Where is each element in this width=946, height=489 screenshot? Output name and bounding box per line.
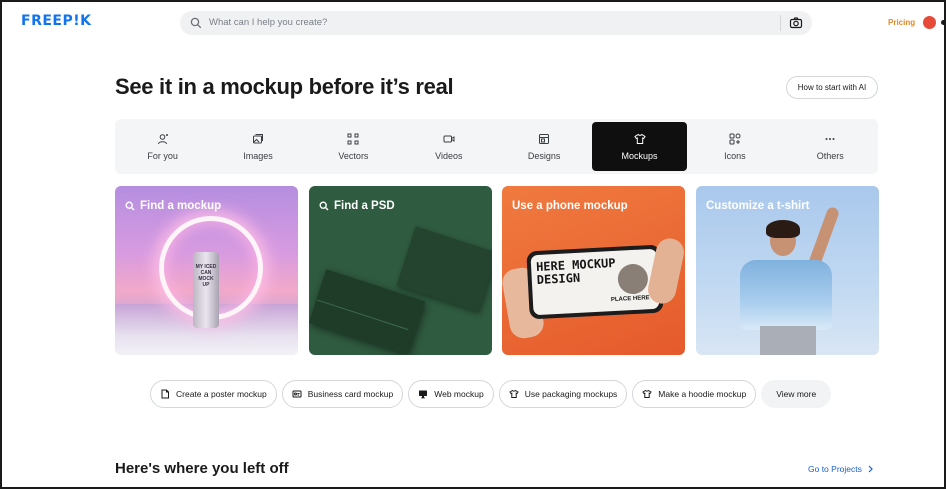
tab-label: Icons [724, 150, 746, 161]
card-label: Find a PSD [319, 200, 395, 212]
search-icon [125, 201, 135, 211]
more-icon [825, 137, 835, 140]
tab-label: For you [147, 150, 178, 161]
chevron-right-icon [868, 465, 873, 473]
search-divider [780, 15, 781, 31]
view-more-button[interactable]: View more [761, 380, 832, 408]
chip-web-mockup[interactable]: Web mockup [408, 380, 494, 408]
tshirt-icon [633, 133, 646, 144]
chip-label: Make a hoodie mockup [658, 389, 747, 399]
card-label-text: Find a PSD [334, 200, 395, 212]
tab-label: Videos [435, 150, 463, 161]
go-to-projects-link[interactable]: Go to Projects [808, 464, 874, 474]
chip-label: Use packaging mockups [524, 389, 618, 399]
phone-photo [617, 263, 649, 295]
packaging-icon [508, 389, 519, 398]
hoodie-icon [642, 389, 653, 398]
page-title: See it in a mockup before it’s real [115, 74, 454, 99]
chip-hoodie-mockup[interactable]: Make a hoodie mockup [632, 380, 757, 408]
video-icon [443, 135, 455, 142]
card-label: Find a mockup [125, 200, 221, 212]
pricing-link[interactable]: Pricing [888, 18, 915, 27]
tab-others[interactable]: Others [783, 119, 878, 174]
tab-images[interactable]: Images [210, 119, 305, 174]
tab-designs[interactable]: Designs [497, 119, 592, 174]
chip-business-card[interactable]: Business card mockup [281, 380, 404, 408]
card-find-psd[interactable]: Find a PSD [309, 186, 492, 355]
monitor-icon [419, 390, 428, 399]
tab-label: Vectors [338, 150, 369, 161]
suggestion-chips: Create a poster mockup Business card moc… [150, 380, 832, 408]
search-icon [190, 17, 202, 29]
chip-packaging-mockups[interactable]: Use packaging mockups [498, 380, 628, 408]
phone-image: HERE MOCKUP DESIGN PLACE HERE [526, 244, 664, 320]
vectors-icon [347, 133, 359, 144]
person-hair [766, 220, 800, 238]
chip-label: Business card mockup [307, 389, 394, 399]
tab-for-you[interactable]: For you [115, 119, 210, 174]
person-arm [807, 205, 841, 269]
card-find-mockup[interactable]: Find a mockup MY ICED CAN MOCK UP [115, 186, 298, 355]
tab-vectors[interactable]: Vectors [306, 119, 401, 174]
phone-caption: PLACE HERE [610, 295, 650, 304]
designs-icon [539, 133, 550, 144]
poster-icon [161, 389, 169, 399]
freepik-logo[interactable]: FREEP!K [21, 13, 91, 29]
card-phone-mockup[interactable]: Use a phone mockup HERE MOCKUP DESIGN PL… [502, 186, 685, 355]
tab-label: Mockups [621, 150, 658, 161]
avatar[interactable] [923, 16, 936, 29]
chip-label: View more [776, 389, 817, 399]
icons-icon [729, 133, 741, 144]
business-card-icon [292, 390, 302, 398]
category-tabs: For you Images Vectors Videos Designs Mo… [115, 119, 878, 174]
page-frame: FREEP!K What can I help you create? Pric… [0, 0, 946, 489]
tab-label: Images [243, 150, 273, 161]
tab-videos[interactable]: Videos [401, 119, 496, 174]
search-icon [319, 201, 329, 211]
card-label: Customize a t-shirt [706, 200, 810, 212]
card-label-text: Customize a t-shirt [706, 200, 810, 212]
phone-screen: HERE MOCKUP DESIGN PLACE HERE [530, 248, 660, 316]
sparkle-user-icon [157, 133, 168, 144]
tshirt-image [740, 260, 832, 330]
link-label: Go to Projects [808, 464, 862, 474]
how-to-start-button[interactable]: How to start with AI [786, 76, 878, 99]
chip-label: Create a poster mockup [176, 389, 267, 399]
person-jeans [760, 326, 816, 355]
tab-label: Others [816, 150, 844, 161]
chip-label: Web mockup [434, 389, 484, 399]
card-customize-tshirt[interactable]: Customize a t-shirt [696, 186, 879, 355]
tab-mockups[interactable]: Mockups [591, 122, 688, 171]
camera-icon[interactable] [789, 16, 803, 30]
can-label: MY ICED CAN MOCK UP [195, 264, 217, 288]
card-label: Use a phone mockup [512, 200, 628, 212]
search-input[interactable]: What can I help you create? [209, 17, 327, 28]
menu-dot-icon[interactable] [941, 20, 944, 25]
tab-icons[interactable]: Icons [687, 119, 782, 174]
card-label-text: Find a mockup [140, 200, 222, 212]
search-bar[interactable]: What can I help you create? [180, 11, 812, 35]
card-label-text: Use a phone mockup [512, 200, 628, 212]
section-title: Here's where you left off [115, 460, 289, 477]
images-icon [253, 133, 264, 143]
chip-poster-mockup[interactable]: Create a poster mockup [150, 380, 277, 408]
tab-label: Designs [527, 150, 561, 161]
